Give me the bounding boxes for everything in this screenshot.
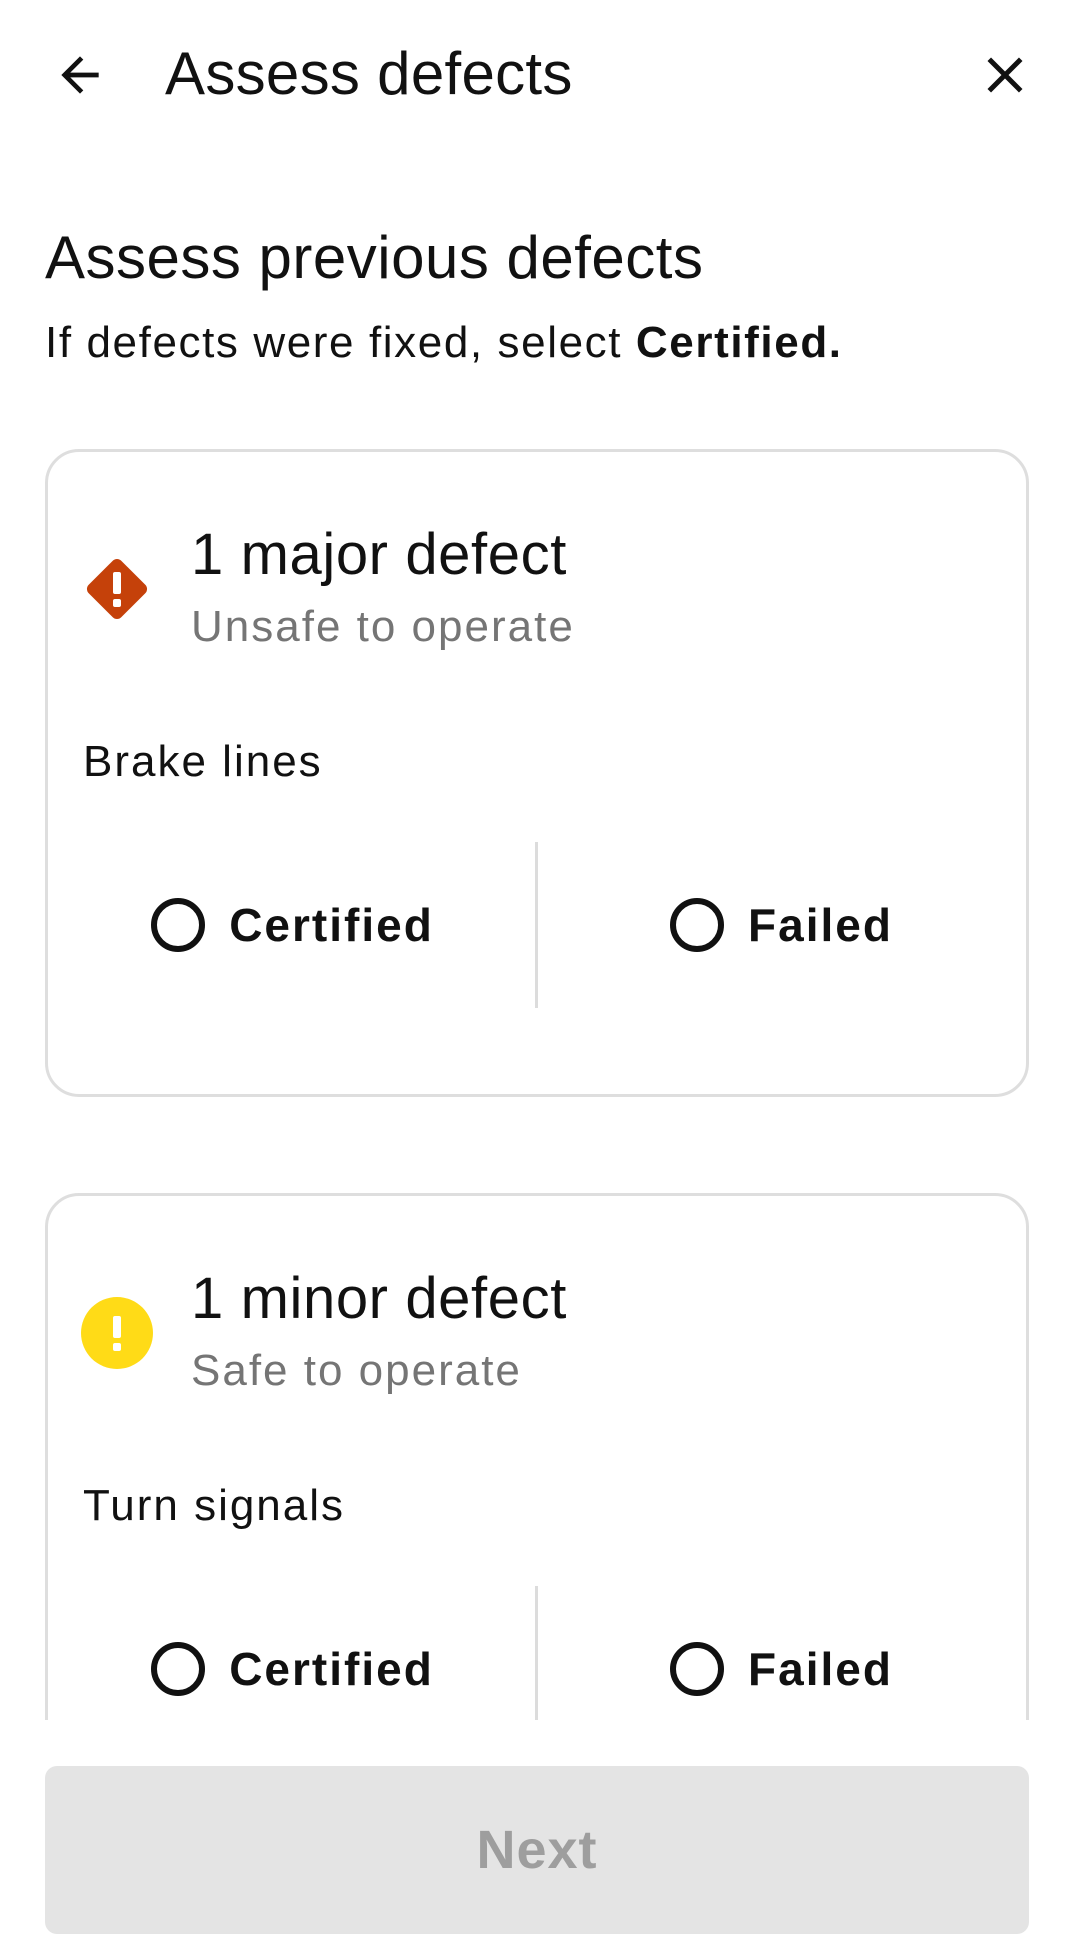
radio-unchecked-icon[interactable] [151,1642,206,1696]
arrow-back-icon [61,56,99,94]
defect-item-label: Turn signals [83,1481,346,1530]
next-button[interactable]: Next [45,1766,1029,1934]
app-bar: Assess defects [0,0,1076,150]
close-icon [987,57,1023,93]
option-label: Failed [748,899,893,951]
defect-subtitle: Safe to operate [191,1346,522,1395]
defect-item-label: Brake lines [83,737,323,786]
failed-option[interactable]: Failed [537,1586,1026,1720]
close-button[interactable] [965,35,1045,115]
radio-unchecked-icon[interactable] [670,1642,725,1696]
back-button[interactable] [40,35,120,115]
subtitle-text: If defects were fixed, select [45,318,636,367]
option-label: Certified [229,1643,434,1695]
defect-subtitle: Unsafe to operate [191,602,575,651]
subtitle-emphasis: Certified. [635,318,843,367]
radio-unchecked-icon[interactable] [151,898,206,952]
page-title: Assess defects [165,40,573,107]
certified-option[interactable]: Certified [48,1586,537,1720]
defect-title: 1 major defect [191,522,567,587]
assessment-options: Certified Failed [48,842,1026,1008]
failed-option[interactable]: Failed [537,842,1026,1008]
option-label: Certified [229,899,434,951]
warning-circle-icon [81,1297,153,1369]
defect-card-major: 1 major defect Unsafe to operate Brake l… [45,449,1029,1097]
scroll-content[interactable]: Assess previous defects If defects were … [0,150,1076,1720]
warning-diamond-icon [86,558,148,620]
section-subtitle: If defects were fixed, select Certified. [45,315,843,371]
defect-title: 1 minor defect [191,1266,567,1331]
certified-option[interactable]: Certified [48,842,537,1008]
section-title: Assess previous defects [45,224,704,291]
radio-unchecked-icon[interactable] [670,898,725,952]
defect-card-minor: 1 minor defect Safe to operate Turn sign… [45,1193,1029,1720]
option-label: Failed [748,1643,893,1695]
assessment-options: Certified Failed [48,1586,1026,1720]
